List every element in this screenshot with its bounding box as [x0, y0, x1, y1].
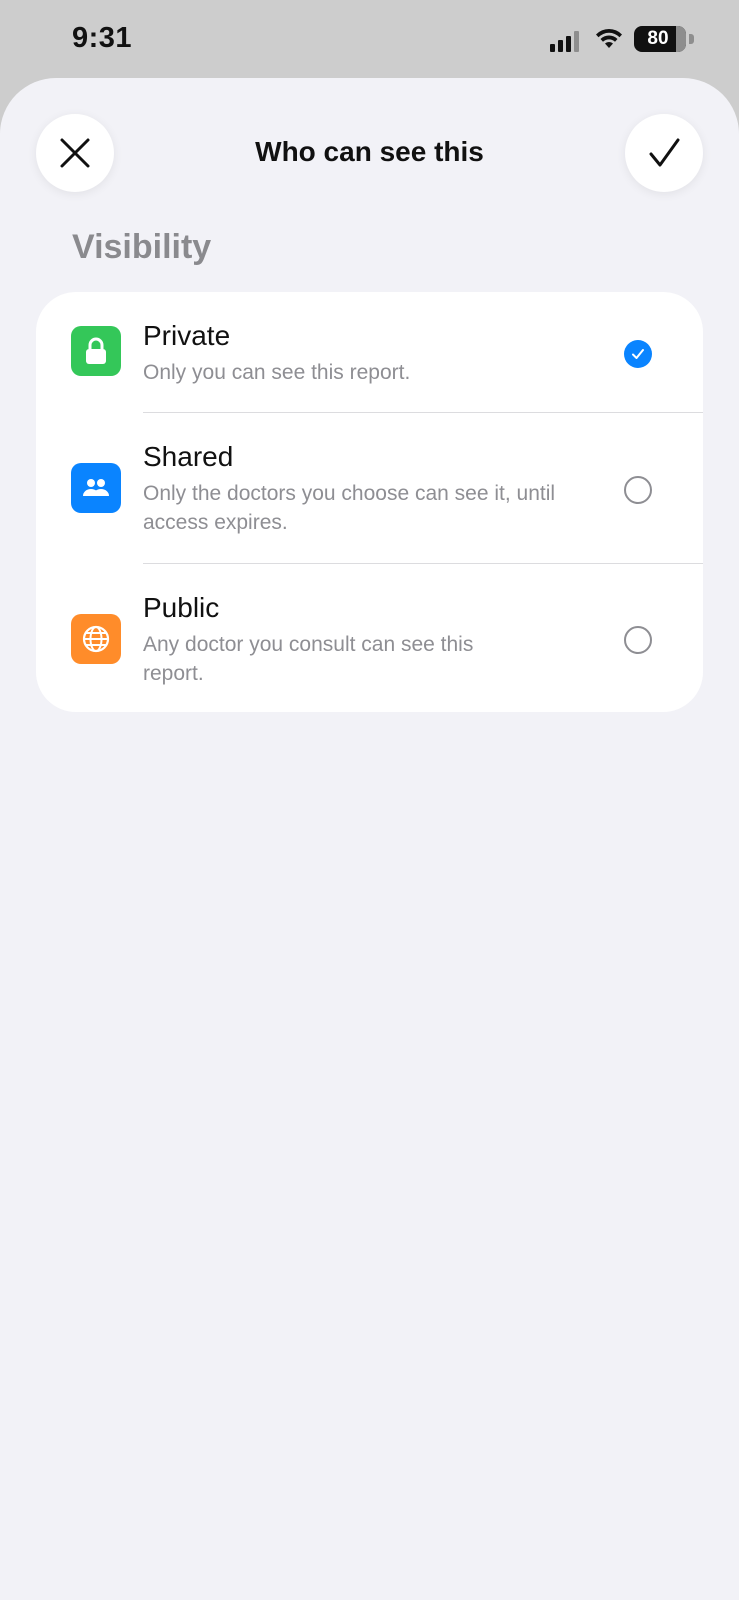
option-private[interactable]: Private Only you can see this report. [36, 292, 703, 412]
radio-unselected[interactable] [624, 476, 652, 504]
option-title: Shared [143, 441, 234, 472]
status-icons: 80 [494, 26, 694, 54]
option-description: Only the doctors you choose can see it, … [143, 482, 556, 534]
checkmark-icon [649, 138, 680, 167]
option-description: Any doctor you consult can see this repo… [143, 633, 474, 685]
status-time: 9:31 [72, 22, 133, 54]
checkmark-icon [632, 349, 644, 359]
section-title: Visibility [72, 228, 212, 266]
option-public[interactable]: Public Any doctor you consult can see th… [36, 564, 703, 712]
battery-percentage: 80 [647, 28, 669, 49]
battery-indicator: 80 [634, 26, 694, 52]
lock-icon [71, 326, 121, 376]
confirm-button[interactable] [625, 114, 703, 192]
option-shared[interactable]: Shared Only the doctors you choose can s… [36, 413, 703, 563]
radio-unselected[interactable] [624, 626, 652, 654]
status-bar: 9:31 80 [0, 0, 739, 80]
option-title: Public [143, 592, 220, 623]
radio-selected[interactable] [624, 340, 652, 368]
cellular-signal-icon [550, 31, 579, 52]
globe-icon [71, 614, 121, 664]
visibility-sheet: Who can see this Visibility Private Only… [0, 78, 739, 1600]
visibility-options-card: Private Only you can see this report. Sh… [36, 292, 703, 712]
option-description: Only you can see this report. [143, 361, 411, 384]
wifi-icon [596, 28, 622, 48]
option-title: Private [143, 320, 231, 351]
people-icon [71, 463, 121, 513]
